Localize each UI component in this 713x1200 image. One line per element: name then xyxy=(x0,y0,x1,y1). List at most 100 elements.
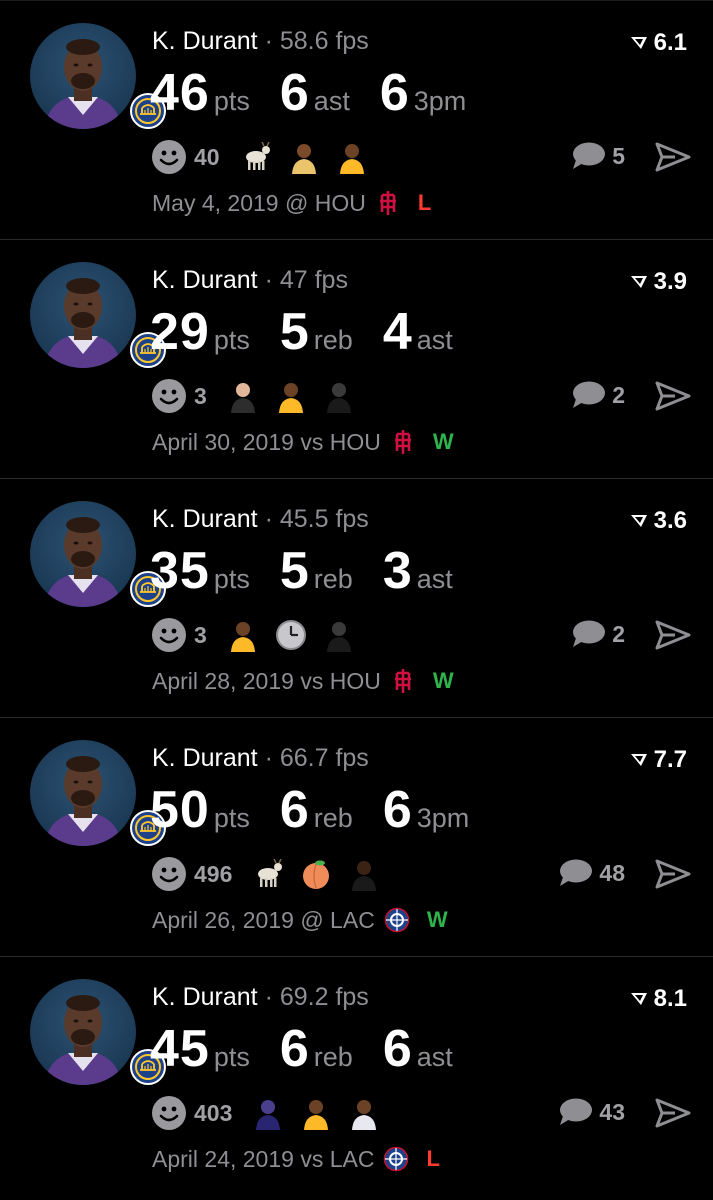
game-result: L xyxy=(426,1146,440,1171)
comments-button[interactable]: 2 xyxy=(570,380,625,410)
clippers-logo xyxy=(383,906,411,934)
stat-label: pts xyxy=(213,325,250,355)
standing-figure-emoji[interactable] xyxy=(321,618,357,652)
smiley-icon[interactable] xyxy=(152,857,186,891)
smiley-icon[interactable] xyxy=(152,618,186,652)
rating-badge[interactable]: 6.1 xyxy=(630,29,687,57)
separator: · xyxy=(264,27,273,55)
share-button[interactable] xyxy=(655,858,691,895)
game-info[interactable]: April 28, 2019 vs HOU W xyxy=(152,667,454,695)
performance-card[interactable]: K. Durant · 47 fps 3.9 29 pts 5 reb 4 ast 3 xyxy=(0,239,713,478)
fps-score: 45.5 fps xyxy=(279,505,369,533)
player-face-emoji[interactable] xyxy=(346,857,382,891)
stat-line: 50 pts 6 reb 6 3pm xyxy=(150,780,499,840)
standing-figure-emoji[interactable] xyxy=(321,379,357,413)
game-date: May 4, 2019 @ HOU xyxy=(152,189,366,216)
stat-label: pts xyxy=(213,803,250,833)
fps-score: 69.2 fps xyxy=(279,983,369,1011)
share-button[interactable] xyxy=(655,619,691,656)
player-avatar[interactable] xyxy=(30,23,166,129)
player-name[interactable]: K. Durant xyxy=(152,983,258,1011)
player-name[interactable]: K. Durant xyxy=(152,266,258,294)
comments-button[interactable]: 43 xyxy=(557,1097,625,1127)
comment-count: 5 xyxy=(612,142,625,169)
performance-card[interactable]: K. Durant · 66.7 fps 7.7 50 pts 6 reb 6 3pm 4… xyxy=(0,717,713,956)
smiley-icon[interactable] xyxy=(152,140,186,174)
player-header: K. Durant · 47 fps xyxy=(152,266,348,295)
performance-feed: K. Durant · 58.6 fps 6.1 46 pts 6 ast 6 3pm 4… xyxy=(0,0,713,1200)
peach-emoji[interactable] xyxy=(298,857,334,891)
reactions-row[interactable]: 40 xyxy=(152,139,382,175)
stat-label: ast xyxy=(313,86,350,116)
send-icon xyxy=(655,142,691,172)
player-lakers-emoji[interactable] xyxy=(225,618,261,652)
separator: · xyxy=(264,266,273,294)
reactions-row[interactable]: 496 xyxy=(152,856,394,892)
game-info[interactable]: May 4, 2019 @ HOU L xyxy=(152,189,431,217)
performance-card[interactable]: K. Durant · 69.2 fps 8.1 45 pts 6 reb 6 ast 4… xyxy=(0,956,713,1195)
stat-value: 46 xyxy=(150,64,210,122)
player-name[interactable]: K. Durant xyxy=(152,744,258,772)
player-lakers-emoji[interactable] xyxy=(334,140,370,174)
purple-player-emoji[interactable] xyxy=(250,1096,286,1130)
player-shrug-emoji[interactable] xyxy=(286,140,322,174)
smiley-icon[interactable] xyxy=(152,1096,186,1130)
performance-card[interactable]: K. Durant · 45.5 fps 3.6 35 pts 5 reb 3 ast 3 xyxy=(0,478,713,717)
performance-card[interactable]: K. Durant · 58.6 fps 6.1 46 pts 6 ast 6 3pm 4… xyxy=(0,0,713,239)
stat-value: 45 xyxy=(150,1020,210,1078)
rating-badge[interactable]: 8.1 xyxy=(630,985,687,1013)
stat-value: 6 xyxy=(279,781,310,839)
stat-value: 6 xyxy=(382,781,413,839)
stat-label: reb xyxy=(313,803,353,833)
player-name[interactable]: K. Durant xyxy=(152,505,258,533)
game-info[interactable]: April 24, 2019 vs LAC L xyxy=(152,1145,440,1173)
player-avatar[interactable] xyxy=(30,501,166,607)
rating-arrow-icon xyxy=(630,754,647,766)
game-info[interactable]: April 30, 2019 vs HOU W xyxy=(152,428,454,456)
stat-value: 3 xyxy=(382,542,413,600)
send-icon xyxy=(655,1098,691,1128)
stat-value: 6 xyxy=(382,1020,413,1078)
player-name[interactable]: K. Durant xyxy=(152,27,258,55)
rating-badge[interactable]: 3.6 xyxy=(630,507,687,535)
rating-badge[interactable]: 7.7 xyxy=(630,746,687,774)
game-info[interactable]: April 26, 2019 @ LAC W xyxy=(152,906,448,934)
reactions-row[interactable]: 403 xyxy=(152,1095,394,1131)
player-avatar[interactable] xyxy=(30,740,166,846)
comments-button[interactable]: 48 xyxy=(557,858,625,888)
comment-bubble-icon xyxy=(573,142,606,169)
send-icon xyxy=(655,620,691,650)
reactions-row[interactable]: 3 xyxy=(152,617,369,653)
rating-badge[interactable]: 3.9 xyxy=(630,268,687,296)
player-header: K. Durant · 69.2 fps xyxy=(152,983,369,1012)
rockets-logo xyxy=(389,428,417,456)
smiley-icon[interactable] xyxy=(152,379,186,413)
player-avatar[interactable] xyxy=(30,262,166,368)
player-lakers-emoji[interactable] xyxy=(298,1096,334,1130)
player-photo xyxy=(30,501,136,607)
comment-count: 2 xyxy=(612,381,625,408)
stat-value: 5 xyxy=(279,303,310,361)
stat-label: pts xyxy=(213,86,250,116)
clock-emoji[interactable] xyxy=(273,618,309,652)
game-result: W xyxy=(432,429,454,454)
screaming-player-emoji[interactable] xyxy=(225,379,261,413)
reactions-row[interactable]: 3 xyxy=(152,378,369,414)
player-avatar[interactable] xyxy=(30,979,166,1085)
share-button[interactable] xyxy=(655,1097,691,1134)
separator: · xyxy=(264,983,273,1011)
goat-emoji[interactable] xyxy=(238,140,274,174)
rating-value: 7.7 xyxy=(653,746,687,773)
goat-emoji[interactable] xyxy=(250,857,286,891)
comments-button[interactable]: 2 xyxy=(570,619,625,649)
share-button[interactable] xyxy=(655,141,691,178)
share-button[interactable] xyxy=(655,380,691,417)
player-lakers-emoji[interactable] xyxy=(273,379,309,413)
stat-line: 46 pts 6 ast 6 3pm xyxy=(150,63,496,123)
comments-button[interactable]: 5 xyxy=(570,141,625,171)
player-photo xyxy=(30,740,136,846)
reaction-count: 40 xyxy=(194,143,220,170)
player-lakers-jersey-emoji[interactable] xyxy=(346,1096,382,1130)
separator: · xyxy=(264,744,273,772)
reaction-count: 3 xyxy=(194,621,207,648)
